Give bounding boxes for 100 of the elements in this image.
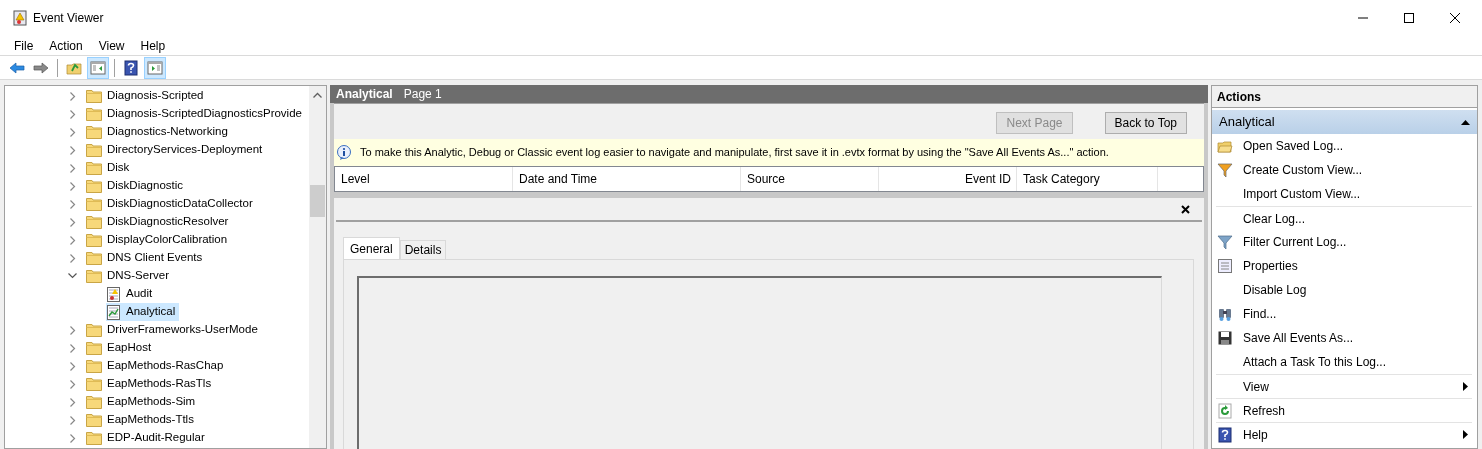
tab[interactable]: Details bbox=[399, 240, 447, 259]
tree-item[interactable]: EDP-Audit-Regular bbox=[107, 429, 205, 447]
folder-icon bbox=[86, 323, 102, 337]
column-header[interactable]: Event ID bbox=[879, 167, 1017, 191]
scrollbar[interactable] bbox=[309, 86, 326, 448]
folder-icon bbox=[86, 125, 102, 139]
chevron-right-icon[interactable] bbox=[70, 199, 76, 209]
log-icon bbox=[106, 286, 121, 302]
chevron-right-icon[interactable] bbox=[70, 217, 76, 227]
folder-icon bbox=[86, 89, 102, 103]
help-icon bbox=[1217, 426, 1233, 443]
tree-item[interactable]: EapHost bbox=[107, 339, 152, 357]
tree-item[interactable]: EapMethods-RasTls bbox=[107, 375, 212, 393]
chevron-right-icon[interactable] bbox=[70, 325, 76, 335]
tree-item[interactable]: Disk bbox=[107, 159, 130, 177]
menu-item[interactable]: View bbox=[90, 36, 133, 55]
section-header[interactable]: Analytical bbox=[1212, 110, 1477, 134]
tree-item[interactable]: DNS-Server bbox=[107, 267, 169, 285]
filter-icon bbox=[1217, 234, 1233, 250]
chevron-right-icon[interactable] bbox=[70, 253, 76, 263]
chevron-right-icon[interactable] bbox=[70, 109, 76, 119]
action-link[interactable]: Create Custom View... bbox=[1216, 158, 1472, 182]
tree-item[interactable]: DriverFrameworks-UserMode bbox=[107, 321, 258, 339]
window-title: Event Viewer bbox=[33, 10, 104, 27]
tree-item[interactable]: Diagnosis-ScriptedDiagnosticsProvide bbox=[107, 105, 302, 123]
tree-item[interactable]: EapMethods-Ttls bbox=[107, 411, 194, 429]
tree-item[interactable]: Analytical bbox=[106, 303, 180, 321]
action-link[interactable]: View bbox=[1216, 374, 1472, 398]
column-header[interactable]: Level bbox=[335, 167, 513, 191]
tree-item[interactable]: Diagnostics-Networking bbox=[107, 123, 228, 141]
submenu-arrow-icon bbox=[1463, 382, 1468, 391]
folder-icon bbox=[86, 179, 102, 193]
scroll-up-icon[interactable] bbox=[313, 92, 322, 98]
action-link[interactable]: Save All Events As... bbox=[1216, 326, 1472, 350]
action-link[interactable]: Open Saved Log... bbox=[1216, 134, 1472, 158]
chevron-right-icon[interactable] bbox=[70, 379, 76, 389]
pane-icon bbox=[147, 59, 163, 76]
column-header[interactable]: Date and Time bbox=[513, 167, 741, 191]
back-arrow-icon bbox=[9, 59, 25, 76]
column-header[interactable]: Source bbox=[741, 167, 879, 191]
folder-icon bbox=[86, 395, 102, 409]
action-link[interactable]: Find... bbox=[1216, 302, 1472, 326]
scroll-thumb[interactable] bbox=[310, 185, 325, 217]
tree-item[interactable]: Audit bbox=[106, 285, 157, 303]
folder-icon bbox=[86, 251, 102, 265]
tree-item[interactable]: DiskDiagnostic bbox=[107, 177, 184, 195]
folder-icon bbox=[86, 413, 102, 427]
chevron-right-icon[interactable] bbox=[70, 145, 76, 155]
info-message: To make this Analytic, Debug or Classic event log easier to navigate and manipulate, first save it in .evtx format by using the "Save All Events As..." action. bbox=[360, 145, 1109, 161]
binoculars-icon bbox=[1217, 306, 1233, 322]
section-title: Analytical bbox=[1219, 113, 1275, 132]
tab[interactable]: General bbox=[343, 237, 400, 259]
chevron-right-icon[interactable] bbox=[70, 127, 76, 137]
action-link[interactable]: Help bbox=[1216, 422, 1472, 446]
chevron-right-icon[interactable] bbox=[70, 235, 76, 245]
chevron-right-icon[interactable] bbox=[70, 181, 76, 191]
chevron-right-icon[interactable] bbox=[70, 343, 76, 353]
tree-item[interactable]: DisplayColorCalibration bbox=[107, 231, 228, 249]
action-link[interactable]: Attach a Task To this Log... bbox=[1216, 350, 1472, 374]
menu-item[interactable]: File bbox=[6, 36, 42, 55]
tree-item[interactable]: EapMethods-RasChap bbox=[107, 357, 224, 375]
tree-item[interactable]: Diagnosis-Scripted bbox=[107, 87, 204, 105]
menu-item[interactable]: Action bbox=[41, 36, 91, 55]
folder-icon bbox=[86, 359, 102, 373]
chevron-right-icon[interactable] bbox=[70, 433, 76, 443]
forward-arrow-icon bbox=[33, 59, 49, 76]
folder-icon bbox=[86, 269, 102, 283]
folder-icon bbox=[86, 143, 102, 157]
pane-icon bbox=[90, 59, 106, 76]
menu-item[interactable]: Help bbox=[132, 36, 174, 55]
back-to-top-button[interactable]: Back to Top bbox=[1104, 111, 1187, 134]
help-icon bbox=[123, 59, 139, 76]
action-link[interactable]: Clear Log... bbox=[1216, 206, 1472, 230]
action-link[interactable]: Refresh bbox=[1216, 398, 1472, 422]
column-header[interactable]: Task Category bbox=[1017, 167, 1158, 191]
chevron-right-icon[interactable] bbox=[70, 397, 76, 407]
tree-item[interactable]: DiskDiagnosticResolver bbox=[107, 213, 229, 231]
tree-item[interactable]: EapMethods-Sim bbox=[107, 393, 196, 411]
app-icon bbox=[13, 10, 27, 26]
close-icon[interactable] bbox=[1181, 204, 1190, 214]
folder-icon bbox=[86, 377, 102, 391]
action-link[interactable]: Import Custom View... bbox=[1216, 182, 1472, 206]
chevron-down-icon[interactable] bbox=[68, 273, 77, 279]
action-link[interactable]: Disable Log bbox=[1216, 278, 1472, 302]
folder-icon bbox=[86, 197, 102, 211]
tree-item[interactable]: DiskDiagnosticDataCollector bbox=[107, 195, 253, 213]
actions-title: Actions bbox=[1217, 88, 1261, 106]
action-link[interactable]: Filter Current Log... bbox=[1216, 230, 1472, 254]
chevron-right-icon[interactable] bbox=[70, 163, 76, 173]
collapse-icon[interactable] bbox=[1461, 119, 1470, 125]
tree-item[interactable]: DirectoryServices-Deployment bbox=[107, 141, 263, 159]
log-title: Analytical bbox=[336, 86, 393, 103]
chevron-right-icon[interactable] bbox=[70, 91, 76, 101]
action-link[interactable]: Properties bbox=[1216, 254, 1472, 278]
folder-icon bbox=[86, 341, 102, 355]
chevron-right-icon[interactable] bbox=[70, 361, 76, 371]
chevron-right-icon[interactable] bbox=[70, 415, 76, 425]
close-icon bbox=[1450, 13, 1460, 23]
tree-item[interactable]: DNS Client Events bbox=[107, 249, 203, 267]
page-label: Page 1 bbox=[403, 86, 442, 103]
